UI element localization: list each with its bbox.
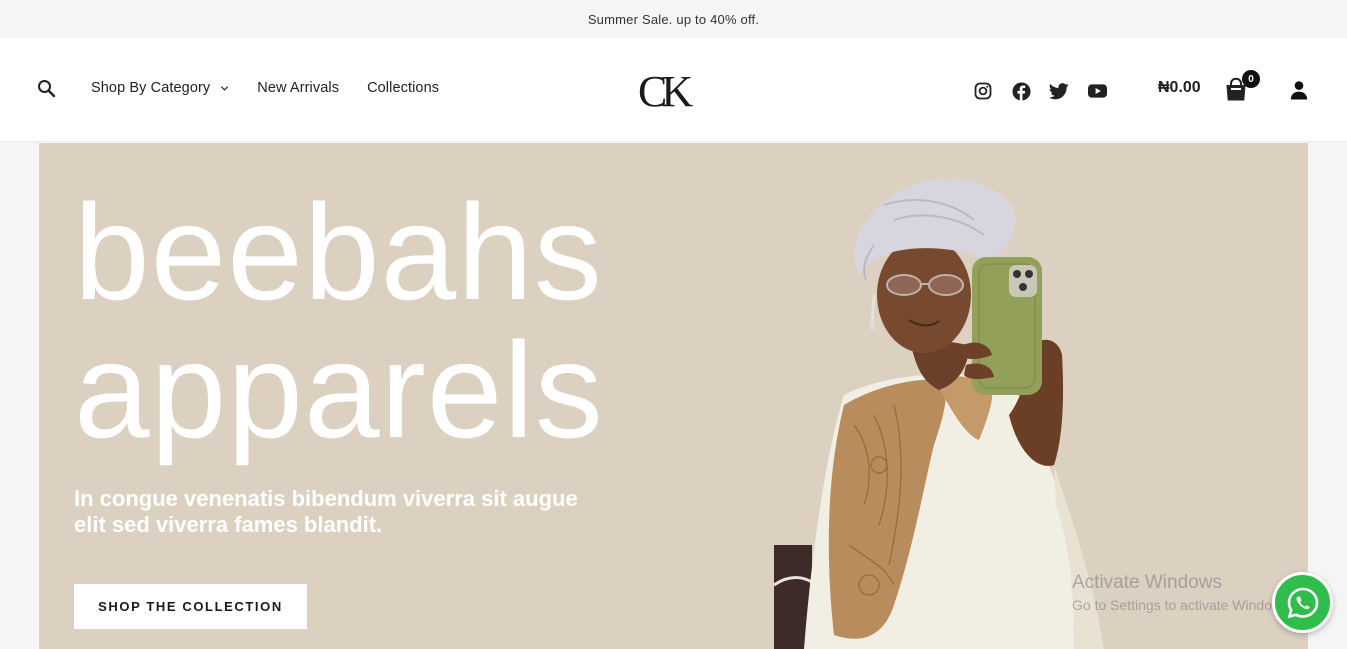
logo-text: CK: [638, 68, 693, 112]
hero-title: beebahs apparels: [74, 183, 774, 459]
site-logo[interactable]: CK: [636, 67, 699, 116]
announcement-bar: Summer Sale. up to 40% off.: [0, 0, 1347, 38]
nav-label: Collections: [367, 80, 440, 96]
cart-total[interactable]: ₦0.00: [1158, 79, 1201, 97]
shop-the-collection-button[interactable]: SHOP THE COLLECTION: [74, 584, 307, 629]
user-icon[interactable]: [1289, 80, 1309, 100]
hero-subtitle: In congue venenatis bibendum viverra sit…: [74, 486, 578, 537]
youtube-icon[interactable]: [1086, 80, 1108, 102]
hero-title-line-1: beebahs: [74, 176, 603, 328]
instagram-icon[interactable]: [972, 80, 994, 102]
nav-new-arrivals[interactable]: New Arrivals: [257, 80, 339, 96]
watermark-title: Activate Windows: [1072, 572, 1222, 593]
hero-title-line-2: apparels: [74, 314, 604, 466]
whatsapp-chat-button[interactable]: [1272, 572, 1333, 633]
social-links: [972, 80, 1124, 102]
whatsapp-icon: [1287, 587, 1318, 618]
main-nav: Shop By Category New Arrivals Collection…: [91, 80, 467, 96]
twitter-icon[interactable]: [1048, 80, 1070, 102]
search-icon[interactable]: [36, 78, 58, 100]
nav-label: New Arrivals: [257, 80, 340, 96]
nav-collections[interactable]: Collections: [367, 80, 439, 96]
chevron-down-icon: [221, 85, 229, 91]
cart-count-badge: 0: [1242, 70, 1260, 88]
nav-label: Shop By Category: [91, 80, 211, 96]
announcement-text: Summer Sale. up to 40% off.: [587, 11, 760, 27]
windows-activation-watermark: Activate Windows Go to Settings to activ…: [1072, 572, 1293, 613]
facebook-icon[interactable]: [1010, 80, 1032, 102]
site-header: Shop By Category New Arrivals Collection…: [0, 38, 1347, 142]
nav-shop-by-category[interactable]: Shop By Category: [91, 80, 229, 96]
watermark-subtitle: Go to Settings to activate Windows.: [1072, 597, 1293, 613]
